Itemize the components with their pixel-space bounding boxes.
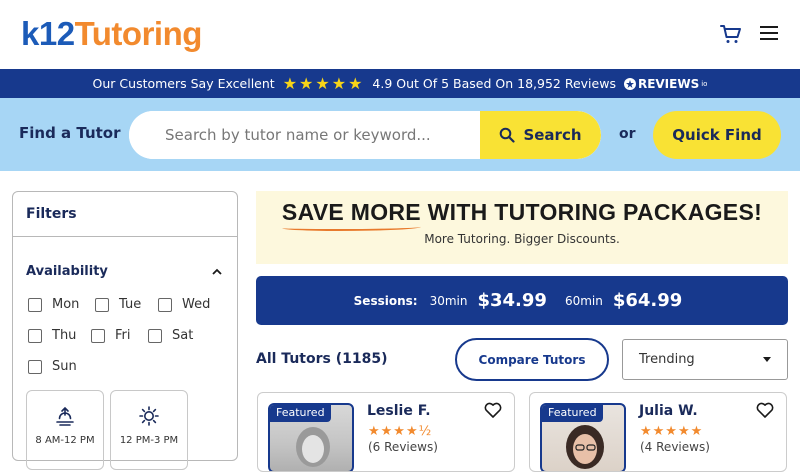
sunrise-icon	[56, 406, 74, 426]
compare-tutors-button[interactable]: Compare Tutors	[455, 338, 609, 381]
quick-find-button[interactable]: Quick Find	[653, 111, 781, 159]
day-label: Sat	[172, 328, 194, 343]
filters-title: Filters	[13, 192, 237, 237]
sun-icon	[139, 406, 159, 426]
checkbox[interactable]	[28, 359, 42, 374]
reviews-io-logo[interactable]: REVIEWS io	[623, 76, 708, 91]
time-label: 8 AM-12 PM	[35, 435, 95, 446]
reviews-brand: REVIEWS	[637, 76, 700, 91]
time-slot-midday[interactable]: 12 PM-3 PM	[110, 390, 188, 470]
day-checkbox-sun[interactable]: Sun	[28, 359, 77, 374]
promo-subtitle: More Tutoring. Bigger Discounts.	[424, 232, 620, 246]
day-label: Wed	[182, 297, 211, 312]
tutor-rating-stars: ★★★★★	[640, 424, 704, 439]
checkbox[interactable]	[95, 297, 109, 312]
k12-tutoring-logo[interactable]: k12Tutoring	[21, 14, 202, 54]
search-section: Find a Tutor Search or Quick Find	[0, 98, 800, 171]
or-label: or	[619, 126, 636, 142]
time-slot-morning[interactable]: 8 AM-12 PM	[26, 390, 104, 470]
find-tutor-label: Find a Tutor	[19, 124, 121, 142]
day-checkbox-thu[interactable]: Thu	[28, 328, 76, 343]
promo-title: SAVE MORE WITH TUTORING PACKAGES!	[256, 199, 788, 231]
day-checkbox-wed[interactable]: Wed	[158, 297, 210, 312]
duration-60: 60min	[564, 293, 603, 308]
tutor-rating-stars: ★★★★½	[368, 424, 433, 439]
availability-label: Availability	[26, 264, 108, 279]
featured-badge: Featured	[542, 405, 603, 422]
day-checkbox-sat[interactable]: Sat	[148, 328, 193, 343]
checkbox[interactable]	[91, 328, 105, 343]
heart-icon[interactable]	[484, 402, 502, 418]
sessions-label: Sessions:	[353, 293, 418, 308]
rating-stars: ★★★★★	[282, 74, 365, 93]
reviews-banner: Our Customers Say Excellent ★★★★★ 4.9 Ou…	[0, 69, 800, 98]
sort-selected-value: Trending	[639, 352, 695, 367]
reviews-text: Our Customers Say Excellent	[92, 76, 275, 91]
day-checkbox-mon[interactable]: Mon	[28, 297, 79, 312]
featured-badge: Featured	[270, 405, 331, 422]
tutor-review-count: (6 Reviews)	[368, 440, 438, 454]
price-30: $34.99	[477, 290, 547, 311]
promo-title-rest: WITH TUTORING PACKAGES!	[420, 199, 763, 225]
tutor-name[interactable]: Julia W.	[639, 403, 698, 419]
session-pricing-bar: Sessions: 30min $34.99 60min $64.99	[256, 276, 788, 325]
tutor-name[interactable]: Leslie F.	[367, 403, 431, 419]
hamburger-menu-icon[interactable]	[760, 26, 778, 42]
search-icon	[500, 127, 516, 143]
tutor-photo: Featured	[268, 403, 354, 471]
chevron-up-icon	[212, 268, 222, 275]
logo-k12: k12	[21, 15, 75, 52]
packages-promo-banner[interactable]: SAVE MORE WITH TUTORING PACKAGES! More T…	[256, 191, 788, 264]
checkbox[interactable]	[28, 297, 42, 312]
price-60: $64.99	[612, 290, 683, 311]
cart-icon[interactable]	[720, 24, 742, 44]
filters-panel: Filters Availability Mon Tue Wed Thu Fri…	[12, 191, 238, 470]
tutor-card[interactable]: Featured Julia W. ★★★★★ (4 Reviews)	[529, 392, 787, 472]
star-circle-icon	[623, 77, 636, 90]
caret-down-icon	[763, 357, 771, 362]
heart-icon[interactable]	[756, 402, 774, 418]
checkbox[interactable]	[158, 297, 172, 312]
promo-title-highlight: SAVE MORE	[281, 199, 421, 231]
rating-text: 4.9 Out Of 5 Based On 18,952 Reviews	[372, 76, 616, 91]
site-header: k12Tutoring	[0, 0, 800, 69]
day-label: Sun	[52, 359, 77, 374]
search-input[interactable]	[129, 111, 480, 159]
day-label: Thu	[52, 328, 77, 343]
search-box: Search	[129, 111, 601, 159]
tutor-review-count: (4 Reviews)	[640, 440, 710, 454]
day-checkbox-tue[interactable]: Tue	[95, 297, 141, 312]
day-checkbox-fri[interactable]: Fri	[91, 328, 131, 343]
duration-30: 30min	[429, 293, 468, 308]
checkbox[interactable]	[28, 328, 42, 343]
time-label: 12 PM-3 PM	[119, 435, 179, 446]
day-label: Fri	[115, 328, 131, 343]
day-label: Mon	[52, 297, 80, 312]
checkbox[interactable]	[148, 328, 162, 343]
search-button[interactable]: Search	[480, 111, 601, 159]
availability-toggle[interactable]: Availability	[26, 264, 223, 279]
search-button-label: Search	[523, 126, 582, 144]
day-label: Tue	[119, 297, 142, 312]
logo-tutoring: Tutoring	[74, 15, 203, 52]
reviews-brand-suffix: io	[701, 79, 708, 88]
tutor-photo: Featured	[540, 403, 626, 471]
all-tutors-count: All Tutors (1185)	[256, 351, 388, 367]
tutor-card[interactable]: Featured Leslie F. ★★★★½ (6 Reviews)	[257, 392, 515, 472]
sort-dropdown[interactable]: Trending	[622, 339, 788, 380]
